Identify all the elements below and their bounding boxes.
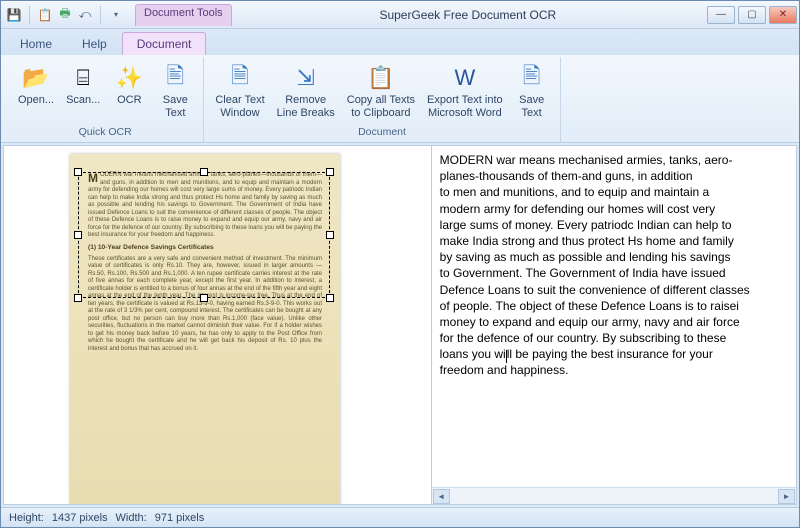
scroll-track[interactable] <box>451 489 777 504</box>
ribbon-tabs: Home Help Document <box>1 29 799 55</box>
copy-clip-label: Copy all Texts to Clipboard <box>347 94 415 119</box>
text-caret <box>506 350 507 363</box>
handle-top-right[interactable] <box>326 168 334 176</box>
titlebar: 💾 📋 🖶 ⤺ ▾ Document Tools SuperGeek Free … <box>1 1 799 29</box>
remove-breaks-icon: ⇲ <box>290 62 322 94</box>
scan-button[interactable]: ⌸ Scan... <box>61 59 105 126</box>
handle-bottom-left[interactable] <box>74 294 82 302</box>
clear-label: Clear Text Window <box>215 94 264 119</box>
qat-print-icon[interactable]: 🖶 <box>56 6 74 24</box>
clear-window-icon: 🗎 <box>224 62 256 94</box>
ocr-output-textarea[interactable]: MODERN war means mechanised armies, tank… <box>432 146 796 487</box>
tab-document[interactable]: Document <box>122 32 207 55</box>
selection-rectangle[interactable] <box>78 172 330 298</box>
handle-bottom-right[interactable] <box>326 294 334 302</box>
ocr-label: OCR <box>117 94 141 107</box>
folder-open-icon: 📂 <box>20 62 52 94</box>
save-text-label: Save Text <box>163 94 188 119</box>
handle-mid-right[interactable] <box>326 231 334 239</box>
group-label-doc: Document <box>210 126 553 140</box>
status-height-value: 1437 pixels <box>52 512 108 524</box>
window-controls: — ▢ ✕ <box>704 6 797 24</box>
status-width-value: 971 pixels <box>155 512 205 524</box>
wand-icon: ✨ <box>113 62 145 94</box>
handle-mid-left[interactable] <box>74 231 82 239</box>
text-pane: MODERN war means mechanised armies, tank… <box>432 146 796 504</box>
window-title: SuperGeek Free Document OCR <box>232 8 704 22</box>
qat-save-icon[interactable]: 💾 <box>5 6 23 24</box>
quick-access-toolbar: 💾 📋 🖶 ⤺ ▾ <box>1 6 129 24</box>
ocr-output-text: MODERN war means mechanised armies, tank… <box>440 153 750 377</box>
image-pane[interactable]: MODERN war means mechanised armies, tank… <box>4 146 432 504</box>
group-document: 🗎 Clear Text Window ⇲ Remove Line Breaks… <box>204 57 560 142</box>
scroll-left-icon[interactable]: ◄ <box>433 489 450 504</box>
scan-label: Scan... <box>66 94 100 107</box>
clipboard-icon: 📋 <box>365 62 397 94</box>
group-label-quick: Quick OCR <box>13 126 197 140</box>
app-window: 💾 📋 🖶 ⤺ ▾ Document Tools SuperGeek Free … <box>0 0 800 528</box>
close-button[interactable]: ✕ <box>769 6 797 24</box>
group-quick-ocr: 📂 Open... ⌸ Scan... ✨ OCR 🖹 Save Text Qu… <box>7 57 204 142</box>
ocr-button[interactable]: ✨ OCR <box>107 59 151 126</box>
ribbon: 📂 Open... ⌸ Scan... ✨ OCR 🖹 Save Text Qu… <box>1 55 799 143</box>
handle-top-left[interactable] <box>74 168 82 176</box>
open-button[interactable]: 📂 Open... <box>13 59 59 126</box>
status-bar: Height: 1437 pixels Width: 971 pixels <box>1 507 799 527</box>
qat-separator <box>29 6 30 24</box>
scroll-right-icon[interactable]: ► <box>778 489 795 504</box>
tab-help[interactable]: Help <box>67 32 122 55</box>
remove-breaks-button[interactable]: ⇲ Remove Line Breaks <box>272 59 340 126</box>
save-text-button[interactable]: 🖹 Save Text <box>153 59 197 126</box>
save-text-button-2[interactable]: 🖹 Save Text <box>510 59 554 126</box>
content-area: MODERN war means mechanised armies, tank… <box>3 145 797 505</box>
scanner-icon: ⌸ <box>67 62 99 94</box>
horizontal-scrollbar[interactable]: ◄ ► <box>432 487 796 504</box>
clear-text-button[interactable]: 🗎 Clear Text Window <box>210 59 269 126</box>
export-word-label: Export Text into Microsoft Word <box>427 94 503 119</box>
save-text-icon-2: 🖹 <box>516 62 548 94</box>
minimize-button[interactable]: — <box>707 6 735 24</box>
handle-bottom-mid[interactable] <box>200 294 208 302</box>
status-width-label: Width: <box>116 512 147 524</box>
qat-undo-icon[interactable]: ⤺ <box>76 6 94 24</box>
word-icon: W <box>449 62 481 94</box>
tab-home[interactable]: Home <box>5 32 67 55</box>
contextual-tab-label: Document Tools <box>135 4 232 26</box>
export-word-button[interactable]: W Export Text into Microsoft Word <box>422 59 508 126</box>
qat-copy-icon[interactable]: 📋 <box>36 6 54 24</box>
status-height-label: Height: <box>9 512 44 524</box>
save-text-icon: 🖹 <box>159 62 191 94</box>
handle-top-mid[interactable] <box>200 168 208 176</box>
open-label: Open... <box>18 94 54 107</box>
copy-clipboard-button[interactable]: 📋 Copy all Texts to Clipboard <box>342 59 420 126</box>
qat-customize-icon[interactable]: ▾ <box>107 6 125 24</box>
qat-separator <box>100 6 101 24</box>
save-text-label-2: Save Text <box>519 94 544 119</box>
maximize-button[interactable]: ▢ <box>738 6 766 24</box>
remove-breaks-label: Remove Line Breaks <box>277 94 335 119</box>
